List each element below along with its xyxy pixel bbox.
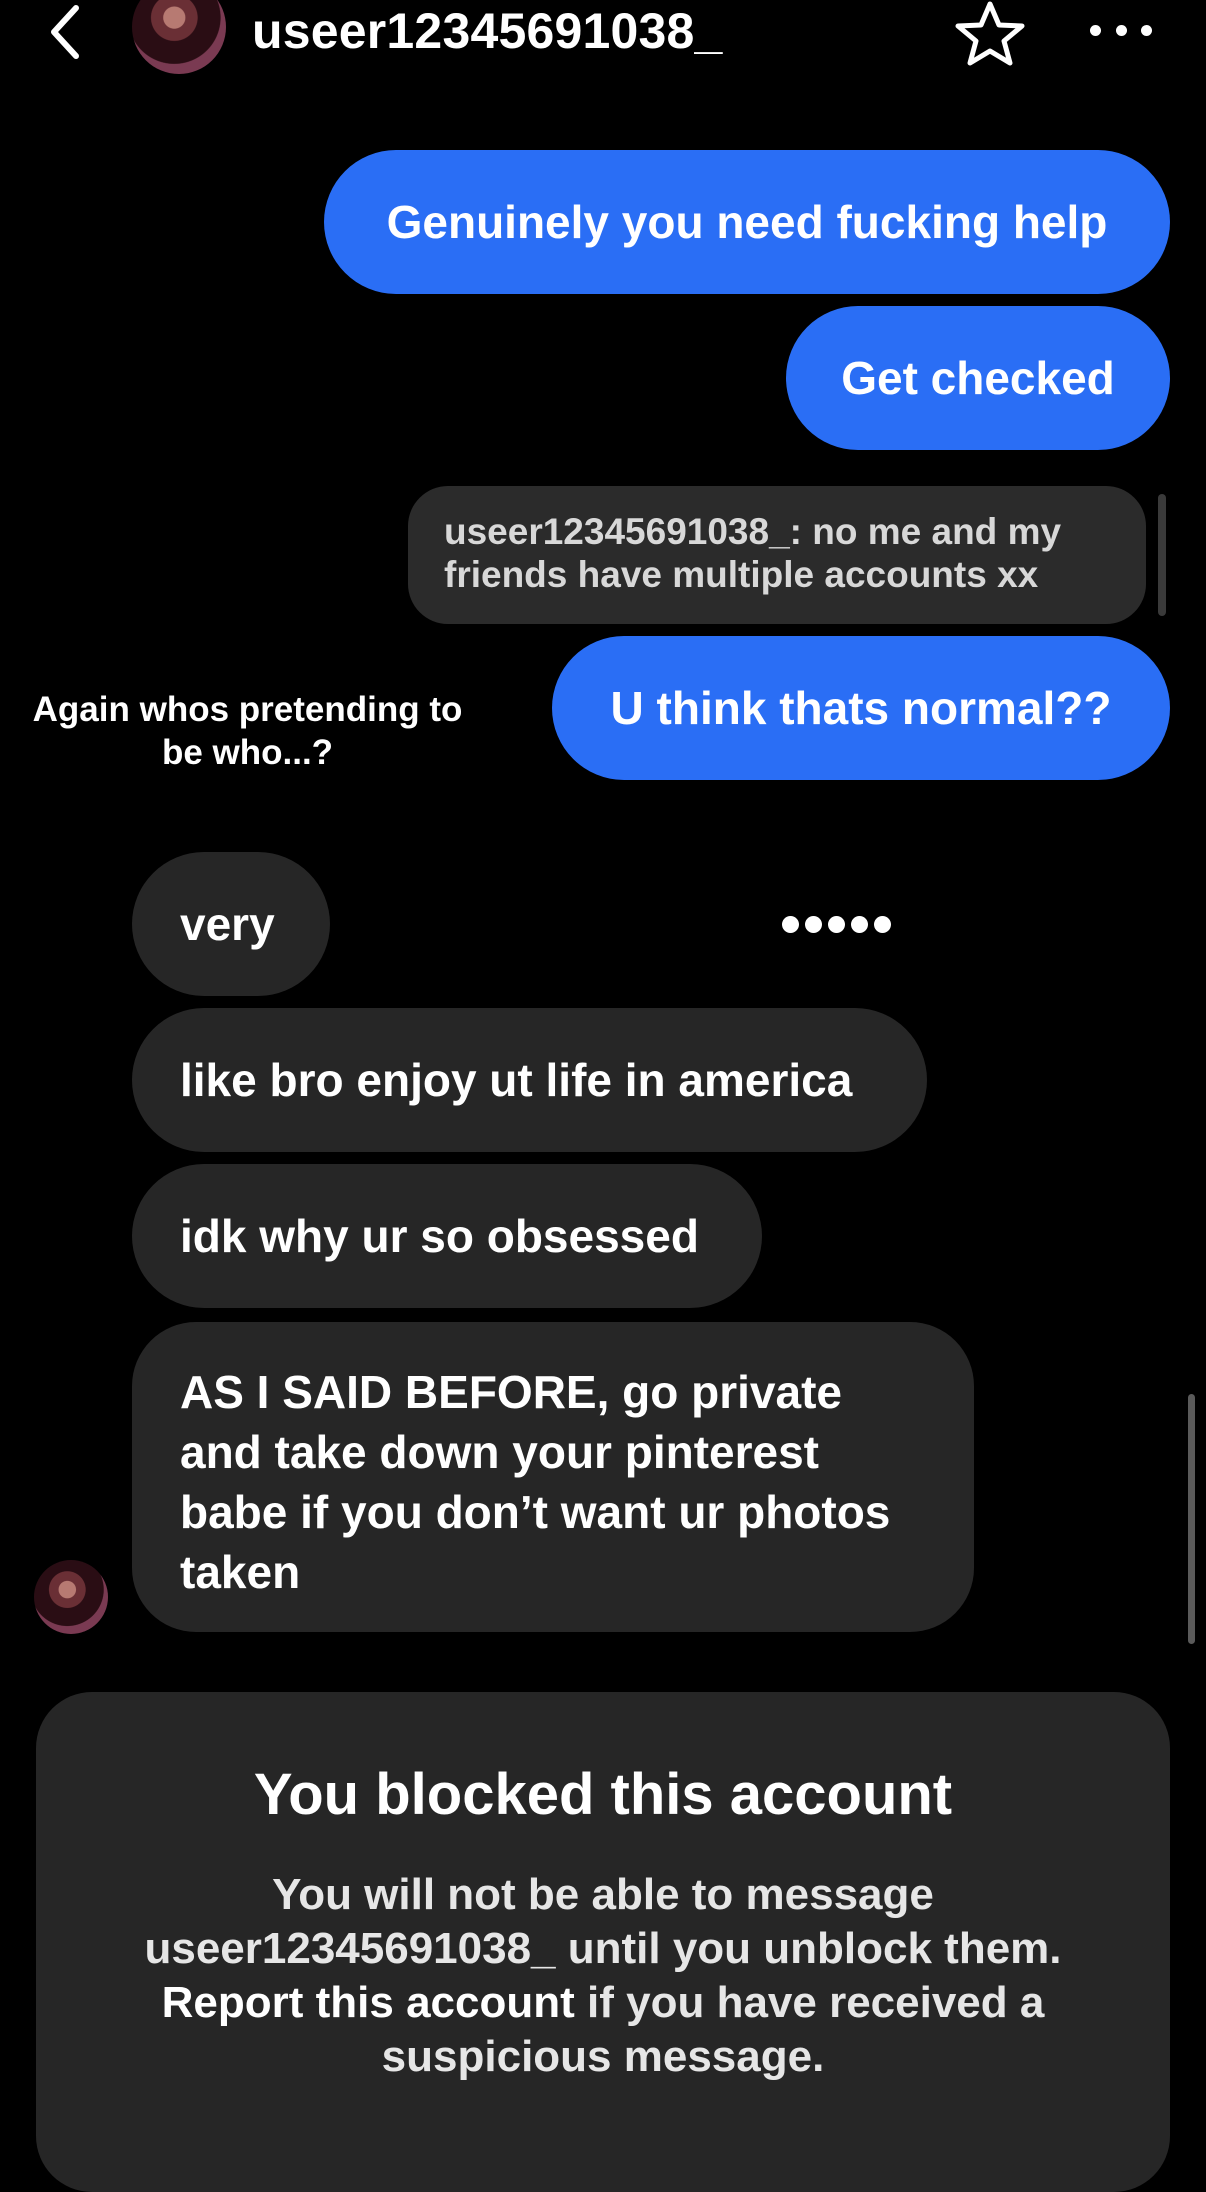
blocked-line: You will not be able to message useer123… bbox=[144, 1870, 1062, 1973]
sent-message[interactable]: U think thats normal?? bbox=[552, 636, 1170, 780]
received-message-text: AS I SAID BEFORE, go private and take do… bbox=[180, 1366, 891, 1598]
ellipsis-icon bbox=[1090, 24, 1101, 36]
reply-annotation: Again whos pretending to be who...? bbox=[32, 690, 463, 772]
report-account-link[interactable]: Report this account bbox=[162, 1978, 575, 2027]
more-options-button[interactable] bbox=[1090, 10, 1152, 50]
reply-indicator-bar bbox=[1158, 494, 1166, 616]
blocked-title: You blocked this account bbox=[253, 1762, 953, 1827]
sent-message-text: U think thats normal?? bbox=[610, 682, 1112, 734]
sent-message-text: Get checked bbox=[841, 352, 1115, 404]
received-message[interactable]: AS I SAID BEFORE, go private and take do… bbox=[132, 1322, 974, 1632]
star-outline-icon bbox=[955, 1, 1025, 66]
typing-indicator bbox=[782, 916, 891, 933]
favorite-button[interactable] bbox=[950, 0, 1030, 70]
sent-message-text: Genuinely you need fucking help bbox=[386, 196, 1108, 248]
received-message[interactable]: idk why ur so obsessed bbox=[132, 1164, 762, 1308]
back-button[interactable] bbox=[40, 0, 90, 64]
received-message-text: like bro enjoy ut life in america bbox=[180, 1054, 853, 1106]
sender-avatar[interactable] bbox=[34, 1560, 108, 1634]
scrollbar[interactable] bbox=[1188, 1394, 1195, 1644]
header-username[interactable]: useer12345691038_ bbox=[252, 2, 723, 60]
chevron-left-icon bbox=[51, 5, 79, 59]
blocked-description: You will not be able to message useer123… bbox=[100, 1868, 1106, 2084]
received-message-text: idk why ur so obsessed bbox=[180, 1210, 699, 1262]
sent-message[interactable]: Get checked bbox=[786, 306, 1170, 450]
reply-preview[interactable]: useer12345691038_: no me and my friends … bbox=[408, 486, 1146, 624]
received-message-text: very bbox=[180, 898, 275, 950]
sent-message[interactable]: Genuinely you need fucking help bbox=[324, 150, 1170, 294]
profile-avatar[interactable] bbox=[132, 0, 226, 74]
received-message[interactable]: like bro enjoy ut life in america bbox=[132, 1008, 927, 1152]
received-message[interactable]: very bbox=[132, 852, 330, 996]
